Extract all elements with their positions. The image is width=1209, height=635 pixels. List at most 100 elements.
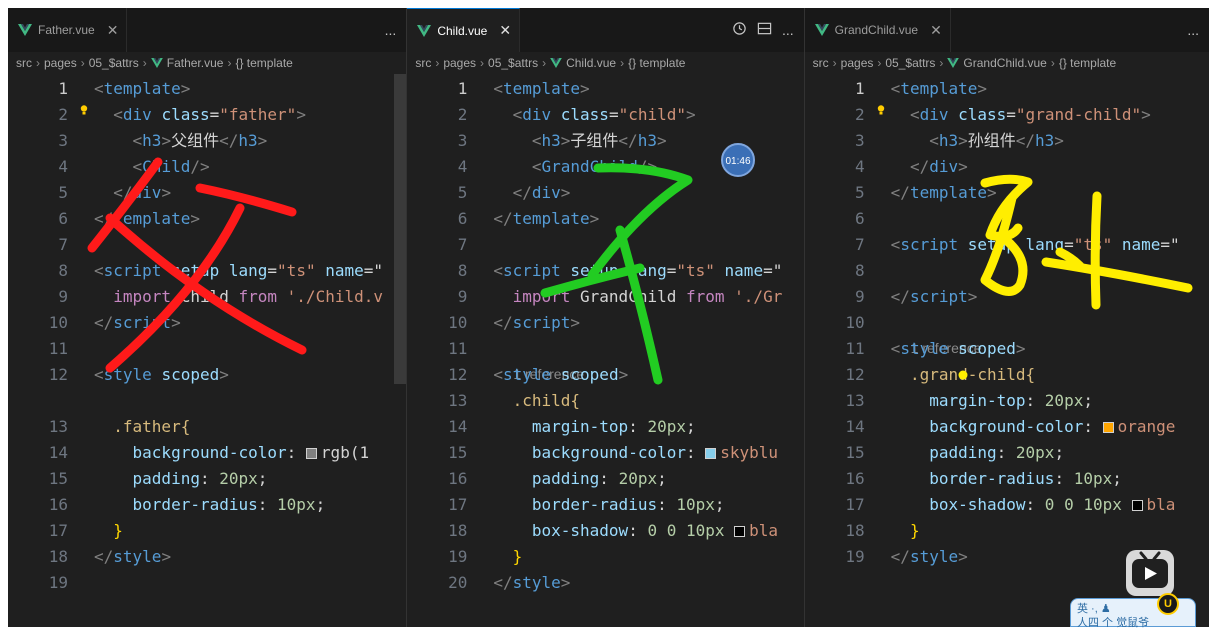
code-line[interactable]: 18 } (805, 518, 1209, 544)
code-line[interactable]: 11 (407, 336, 803, 362)
code-token: box-shadow (890, 495, 1026, 514)
code-line[interactable]: 19 (8, 570, 406, 596)
history-icon[interactable] (732, 21, 747, 39)
code-line[interactable]: 6 </template> (8, 206, 406, 232)
code-line[interactable]: 16 border-radius: 10px; (805, 466, 1209, 492)
code-line[interactable]: 18 </style> (8, 544, 406, 570)
more-actions-icon[interactable]: ... (385, 22, 397, 38)
code-line[interactable]: 9 import GrandChild from './Gr (407, 284, 803, 310)
code-line[interactable]: 14 background-color: orange (805, 414, 1209, 440)
code-line[interactable]: 17 } (8, 518, 406, 544)
code-line[interactable]: 15 padding: 20px; (805, 440, 1209, 466)
breadcrumb-item[interactable]: src (415, 56, 431, 70)
code-line[interactable]: 9 </script> (805, 284, 1209, 310)
breadcrumb-item[interactable]: Father.vue (167, 56, 224, 70)
code-line[interactable]: 17 box-shadow: 0 0 10px bla (805, 492, 1209, 518)
code-line[interactable]: 15 background-color: skyblu (407, 440, 803, 466)
code-line[interactable]: 16 border-radius: 10px; (8, 492, 406, 518)
code-line[interactable]: 2 <div class="grand-child"> (805, 102, 1209, 128)
code-line[interactable]: 5 </template> (805, 180, 1209, 206)
code-token: < (493, 157, 542, 176)
code-token: : (1025, 391, 1045, 410)
code-line[interactable]: 4 </div> (805, 154, 1209, 180)
code-line[interactable]: 13 margin-top: 20px; (805, 388, 1209, 414)
bilibili-tv-icon[interactable] (1126, 550, 1174, 596)
breadcrumb-item[interactable]: GrandChild.vue (963, 56, 1046, 70)
color-swatch[interactable] (1102, 422, 1114, 433)
color-swatch[interactable] (305, 448, 317, 459)
code-line[interactable]: 15 padding: 20px; (8, 466, 406, 492)
more-actions-icon[interactable]: ... (1187, 22, 1199, 38)
more-actions-icon[interactable]: ... (782, 22, 794, 38)
breadcrumb-item[interactable]: Child.vue (566, 56, 616, 70)
code-token: ; (714, 495, 725, 514)
lightbulb-icon[interactable] (877, 105, 885, 115)
color-swatch[interactable] (734, 526, 746, 537)
code-line[interactable]: 2 <div class="father"> (8, 102, 406, 128)
code-line[interactable]: 14 background-color: rgb(1 (8, 440, 406, 466)
scrollbar[interactable] (394, 74, 407, 384)
breadcrumb-item[interactable]: pages (841, 56, 874, 70)
code-line[interactable]: 14 margin-top: 20px; (407, 414, 803, 440)
code-line[interactable]: 6 (805, 206, 1209, 232)
code-line[interactable]: 1 <template> (8, 76, 406, 102)
code-line[interactable]: 11 <style scoped> (805, 336, 1209, 362)
close-icon[interactable]: ✕ (107, 22, 119, 39)
code-line[interactable]: 10 </script> (8, 310, 406, 336)
code-token: /> (637, 157, 658, 176)
breadcrumb-item[interactable]: src (16, 56, 32, 70)
code-token: script (103, 261, 162, 280)
breadcrumb-item[interactable]: 05_$attrs (885, 56, 935, 70)
split-editor-icon[interactable] (757, 21, 772, 39)
color-swatch[interactable] (1131, 500, 1143, 511)
breadcrumb-item[interactable]: 05_$attrs (89, 56, 139, 70)
code-line[interactable]: 12 <style scoped> (407, 362, 803, 388)
breadcrumb-item[interactable]: {} template (1059, 56, 1116, 70)
code-line[interactable]: 10 </script> (407, 310, 803, 336)
tab-child-vue[interactable]: Child.vue ✕ (407, 8, 521, 52)
breadcrumb-item[interactable]: pages (443, 56, 476, 70)
code-token: > (560, 573, 571, 592)
breadcrumb-item[interactable]: src (813, 56, 829, 70)
code-line[interactable]: 1 <template> (407, 76, 803, 102)
code-line[interactable]: 8 <script setup lang="ts" name=" (8, 258, 406, 284)
code-line[interactable]: 2 <div class="child"> (407, 102, 803, 128)
code-line[interactable]: 20 </style> (407, 570, 803, 596)
code-line[interactable]: 6 </template> (407, 206, 803, 232)
color-swatch[interactable] (705, 448, 717, 459)
code-line[interactable]: 17 border-radius: 10px; (407, 492, 803, 518)
tab-grandchild-vue[interactable]: GrandChild.vue ✕ (804, 8, 951, 52)
code-line[interactable]: 13 .child{ (407, 388, 803, 414)
code-line[interactable]: 19 } (407, 544, 803, 570)
code-line[interactable]: 7 (407, 232, 803, 258)
code-editor[interactable]: 1 <template> 2 <div class="grand-child"> 3 … (805, 74, 1209, 627)
code-line[interactable]: 3 <h3>父组件</h3> (8, 128, 406, 154)
close-icon[interactable]: ✕ (930, 22, 942, 39)
code-line[interactable]: 7 (8, 232, 406, 258)
code-line[interactable]: 12 <style scoped> (8, 362, 406, 388)
code-line[interactable]: 7 <script setup lang="ts" name=" (805, 232, 1209, 258)
breadcrumb-item[interactable]: 05_$attrs (488, 56, 538, 70)
breadcrumb-item[interactable]: {} template (235, 56, 292, 70)
code-line[interactable]: 18 box-shadow: 0 0 10px bla (407, 518, 803, 544)
code-line[interactable]: 5 </div> (407, 180, 803, 206)
code-line[interactable]: 8 (805, 258, 1209, 284)
code-line[interactable]: 13 .father{ (8, 414, 406, 440)
code-editor[interactable]: 1 <template> 2 <div class="father"> 3 <h3>父… (8, 74, 406, 627)
tab-father-vue[interactable]: Father.vue ✕ (8, 8, 128, 52)
code-line[interactable]: 16 padding: 20px; (407, 466, 803, 492)
code-line[interactable]: 10 (805, 310, 1209, 336)
code-token: script (113, 313, 172, 332)
breadcrumb-item[interactable]: {} template (628, 56, 685, 70)
code-line[interactable]: 3 <h3>孙组件</h3> (805, 128, 1209, 154)
code-line[interactable]: 9 import Child from './Child.v (8, 284, 406, 310)
code-line[interactable]: 11 (8, 336, 406, 362)
lightbulb-icon[interactable] (80, 105, 88, 115)
code-line[interactable]: 4 <Child/> (8, 154, 406, 180)
code-line[interactable]: 8 <script setup lang="ts" name=" (407, 258, 803, 284)
close-icon[interactable]: ✕ (499, 22, 511, 39)
code-line[interactable]: 1 <template> (805, 76, 1209, 102)
code-line[interactable]: 12 .grand-child{ (805, 362, 1209, 388)
code-line[interactable]: 5 </div> (8, 180, 406, 206)
breadcrumb-item[interactable]: pages (44, 56, 77, 70)
